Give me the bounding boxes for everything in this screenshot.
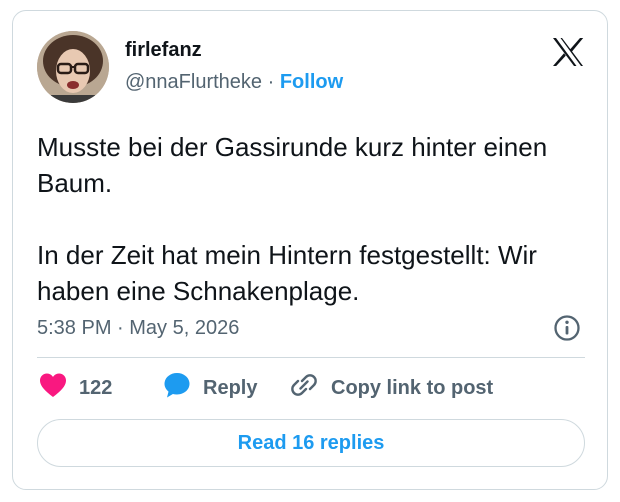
tweet-card: firlefanz @nnaFlurtheke · Follow Musste … <box>12 10 608 490</box>
tweet-paragraph: In der Zeit hat mein Hintern festgestell… <box>37 240 537 306</box>
heart-icon <box>39 372 67 404</box>
reply-label: Reply <box>203 376 258 399</box>
reply-button[interactable]: Reply <box>163 373 257 403</box>
like-count: 122 <box>79 376 113 399</box>
tweet-paragraph: Musste bei der Gassirunde kurz hinter ei… <box>37 132 548 198</box>
x-logo-icon[interactable] <box>551 37 585 72</box>
avatar[interactable] <box>37 31 109 103</box>
read-replies-label: Read 16 replies <box>237 431 385 454</box>
like-button[interactable]: 122 <box>39 373 112 403</box>
divider <box>37 357 585 358</box>
tweet-text: Musste bei der Gassirunde kurz hinter ei… <box>37 129 593 309</box>
tweet-timestamp[interactable]: 5:38 PM · May 5, 2026 <box>37 317 239 340</box>
copy-link-label: Copy link to post <box>331 376 494 399</box>
speech-bubble-icon <box>163 371 191 405</box>
author-display-name[interactable]: firlefanz <box>125 39 202 62</box>
follow-button[interactable]: Follow <box>280 71 343 93</box>
link-icon <box>289 370 319 406</box>
author-handle-line: @nnaFlurtheke · Follow <box>125 71 343 94</box>
read-replies-button[interactable]: Read 16 replies <box>37 419 585 467</box>
author-handle[interactable]: @nnaFlurtheke <box>125 71 262 93</box>
copy-link-button[interactable]: Copy link to post <box>289 373 493 403</box>
info-icon[interactable] <box>553 314 581 347</box>
handle-separator: · <box>267 71 275 93</box>
avatar-image <box>37 31 109 103</box>
